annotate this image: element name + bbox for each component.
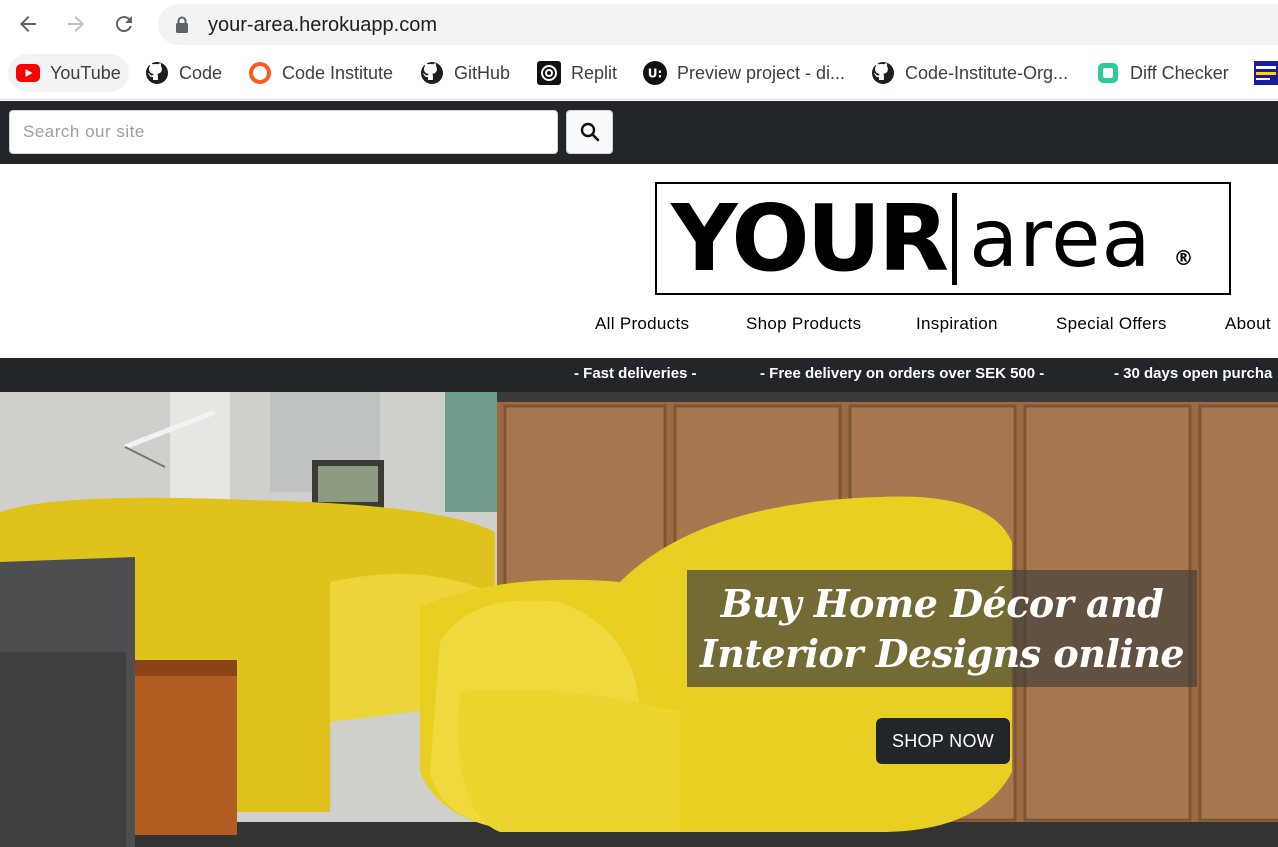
bookmark-youtube[interactable]: YouTube <box>8 54 129 92</box>
promo-free-delivery: - Free delivery on orders over SEK 500 - <box>760 365 1045 382</box>
url-text: your-area.herokuapp.com <box>208 14 438 36</box>
bookmark-replit[interactable]: Replit <box>537 54 617 92</box>
reload-icon[interactable] <box>109 9 139 39</box>
shop-now-button[interactable]: SHOP NOW <box>876 718 1010 764</box>
bookmark-thesitewizard[interactable] <box>1254 54 1278 92</box>
promo-open-purchase: - 30 days open purcha <box>1114 365 1273 382</box>
bookmark-code-institute-org[interactable]: Code-Institute-Org... <box>871 54 1068 92</box>
nav-all-products[interactable]: All Products <box>595 314 689 334</box>
thesitewizard-icon <box>1254 61 1278 85</box>
address-bar[interactable]: your-area.herokuapp.com <box>158 4 1278 45</box>
hero-caption: Buy Home Décor and Interior Designs onli… <box>687 570 1197 687</box>
bookmark-label: Code <box>179 62 223 83</box>
bookmark-github[interactable]: GitHub <box>420 54 510 92</box>
promo-fast-deliveries: - Fast deliveries - <box>574 365 697 382</box>
forward-arrow-icon[interactable] <box>61 9 91 39</box>
nav-special-offers[interactable]: Special Offers <box>1056 314 1167 334</box>
bookmark-label: Code Institute <box>282 62 394 83</box>
back-arrow-icon[interactable] <box>13 9 43 39</box>
github-icon <box>420 61 444 85</box>
logo-divider <box>952 192 958 285</box>
replit-icon <box>537 61 561 85</box>
bookmarks-bar: YouTube Code Code Institute GitHub Repli… <box>0 50 1278 100</box>
site-header: YOUR area ® All Products Shop Products I… <box>0 164 1278 358</box>
bookmark-label: Replit <box>571 62 618 83</box>
svg-text:U:: U: <box>648 67 663 81</box>
bookmark-code[interactable]: Code <box>145 54 222 92</box>
ui-icon: U: <box>643 61 667 85</box>
lock-icon <box>175 16 189 38</box>
promo-banner: - Fast deliveries - - Free delivery on o… <box>0 358 1278 392</box>
bookmark-label: Preview project - di... <box>677 62 846 83</box>
main-navigation: All Products Shop Products Inspiration S… <box>0 314 1278 338</box>
bookmark-label: YouTube <box>50 62 121 83</box>
browser-toolbar: your-area.herokuapp.com <box>0 0 1278 50</box>
search-button[interactable] <box>566 110 613 154</box>
bookmark-label: GitHub <box>454 62 511 83</box>
youtube-icon <box>16 61 40 85</box>
bookmark-label: Code-Institute-Org... <box>905 62 1069 83</box>
site-top-bar <box>0 101 1278 164</box>
bookmark-code-institute[interactable]: Code Institute <box>248 54 393 92</box>
github-icon <box>145 61 169 85</box>
hero-heading-line2: Interior Designs online <box>699 630 1185 676</box>
code-institute-icon <box>248 61 272 85</box>
hero-banner: Buy Home Décor and Interior Designs onli… <box>0 392 1278 847</box>
diffchecker-icon <box>1096 61 1120 85</box>
bookmark-label: Diff Checker <box>1130 62 1229 83</box>
github-icon <box>871 61 895 85</box>
logo-your-text: YOUR <box>671 184 949 292</box>
nav-about[interactable]: About <box>1225 314 1271 334</box>
hero-heading-line1: Buy Home Décor and <box>720 580 1164 626</box>
nav-inspiration[interactable]: Inspiration <box>916 314 998 334</box>
search-input[interactable] <box>9 110 558 154</box>
site-logo[interactable]: YOUR area ® <box>655 182 1231 295</box>
registered-mark: ® <box>1173 245 1194 270</box>
nav-shop-products[interactable]: Shop Products <box>746 314 861 334</box>
bookmark-preview-project[interactable]: U: Preview project - di... <box>643 54 845 92</box>
bookmark-diff-checker[interactable]: Diff Checker <box>1096 54 1229 92</box>
logo-area-text: area <box>969 191 1152 285</box>
search-icon <box>580 122 599 142</box>
